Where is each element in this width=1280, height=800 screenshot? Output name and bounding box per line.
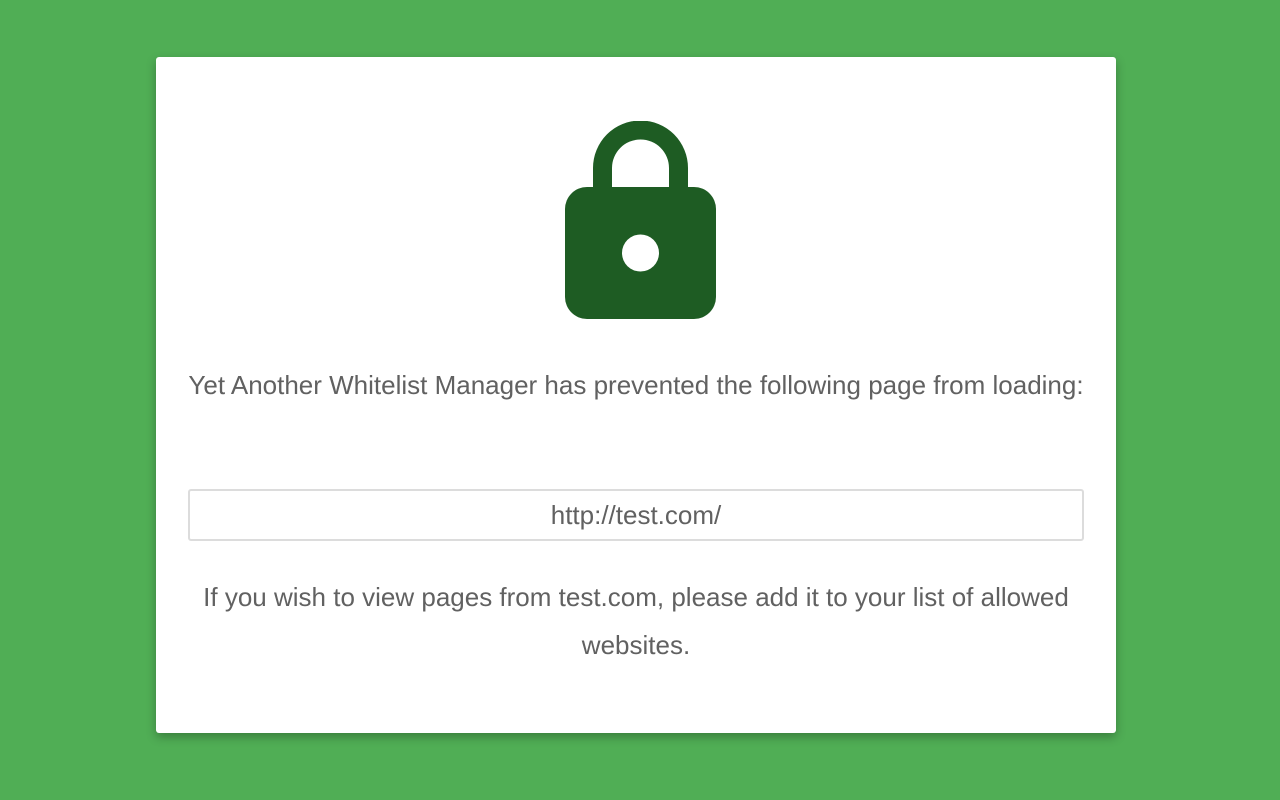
blocked-url-field[interactable] (188, 489, 1084, 541)
lock-icon (565, 121, 716, 319)
blocked-message: Yet Another Whitelist Manager has preven… (188, 370, 1084, 400)
allow-hint-text: If you wish to view pages from test.com,… (203, 582, 1069, 660)
blocked-page-card: Yet Another Whitelist Manager has preven… (156, 57, 1116, 733)
